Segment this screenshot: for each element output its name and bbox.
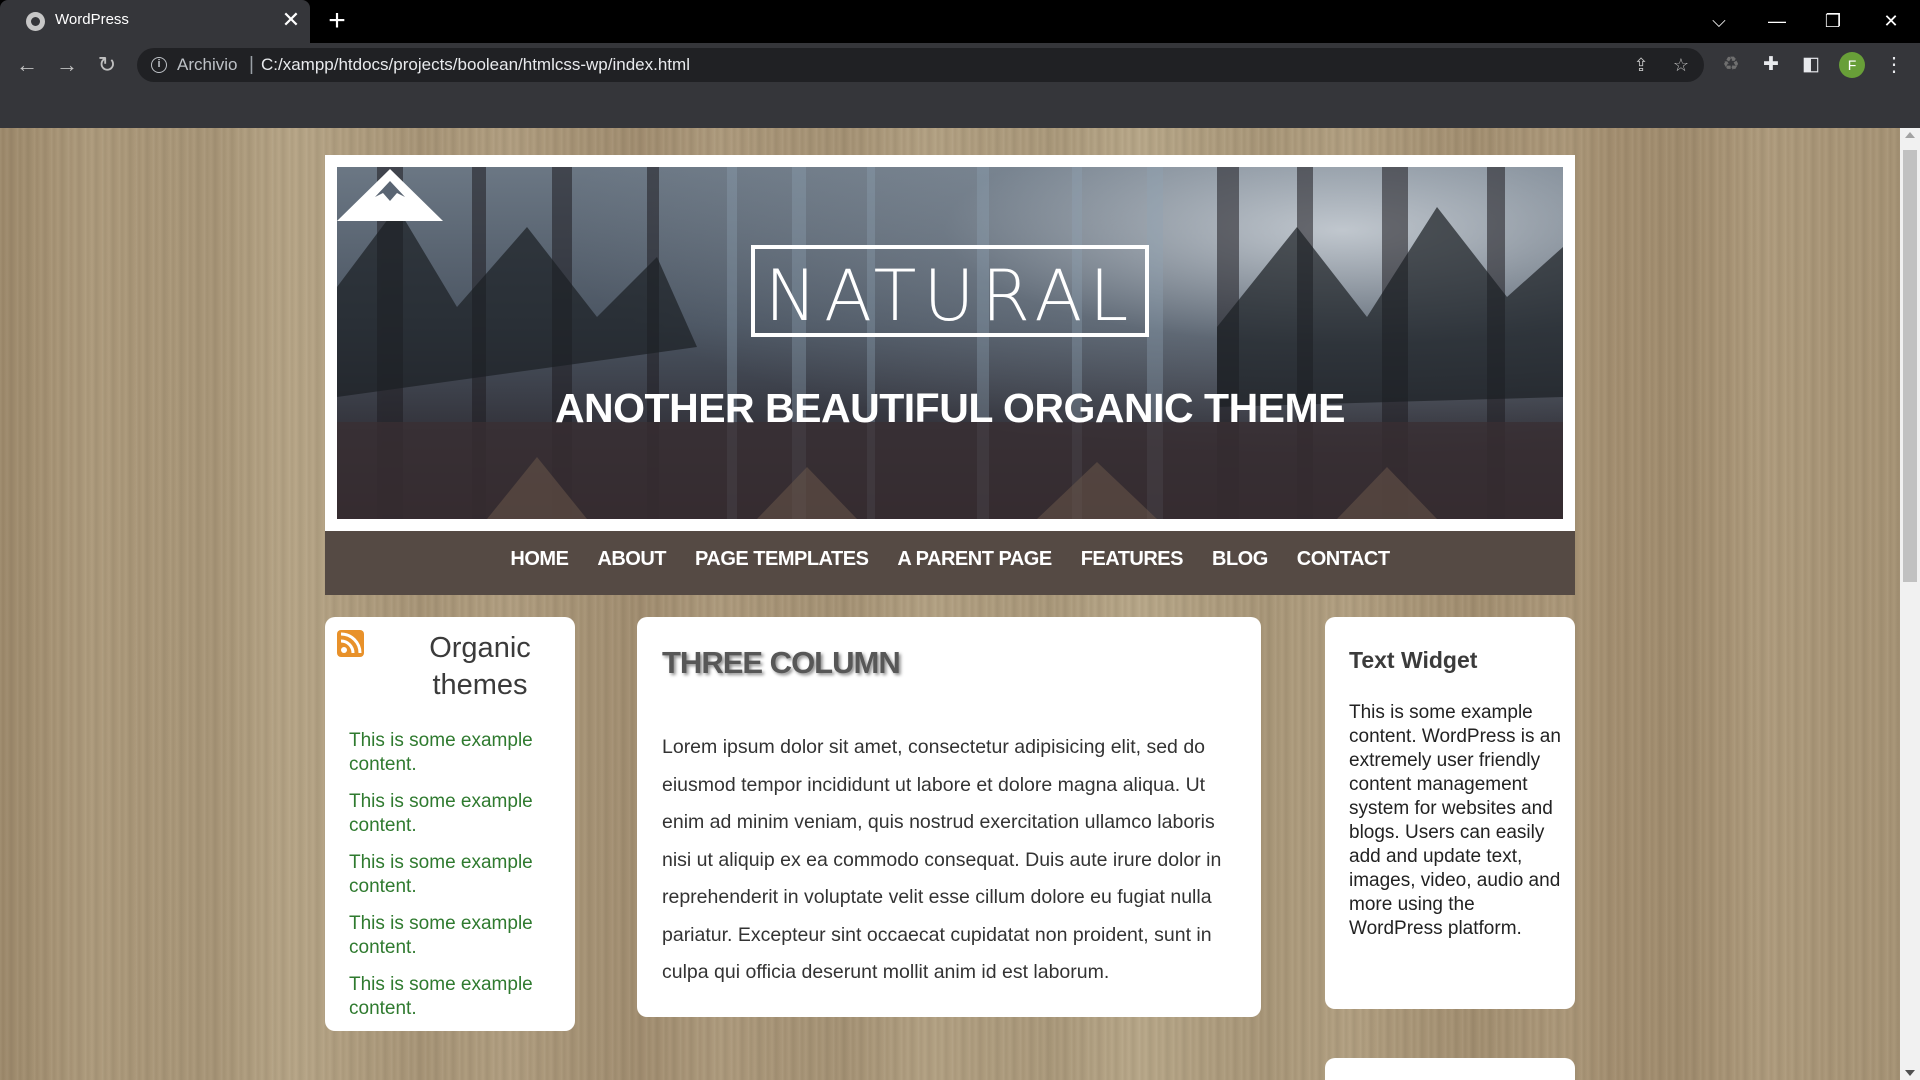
nav-item-features[interactable]: FEATURES	[1081, 548, 1184, 571]
browser-tab[interactable]: WordPress ✕	[0, 0, 310, 43]
nav-item-page-templates[interactable]: PAGE TEMPLATES	[695, 548, 869, 571]
secondary-widget	[1325, 1058, 1575, 1080]
site-logo[interactable]: NATURAL	[751, 245, 1149, 337]
tab-title: WordPress	[55, 11, 129, 28]
globe-icon	[26, 12, 45, 31]
forest-illustration	[337, 167, 1563, 519]
widget-title: Organic themes	[429, 632, 531, 701]
list-item[interactable]: This is some example content.	[349, 790, 564, 838]
nav-item-blog[interactable]: BLOG	[1212, 548, 1268, 571]
nav-item-about[interactable]: ABOUT	[597, 548, 666, 571]
forward-icon[interactable]: →	[53, 51, 81, 79]
new-tab-button[interactable]: +	[325, 6, 349, 36]
address-bar[interactable]: i Archivio | C:/xampp/htdocs/projects/bo…	[137, 48, 1704, 82]
organic-themes-widget: Organic themes This is some example cont…	[325, 617, 575, 1031]
scroll-up-arrow-icon[interactable]	[1905, 132, 1915, 138]
nav-item-contact[interactable]: CONTACT	[1297, 548, 1390, 571]
site-header: NATURAL ANOTHER BEAUTIFUL ORGANIC THEME	[325, 155, 1575, 531]
site-tagline: ANOTHER BEAUTIFUL ORGANIC THEME	[554, 385, 1346, 431]
profile-avatar[interactable]: F	[1839, 52, 1865, 78]
main-content-card: THREE COLUMN Lorem ipsum dolor sit amet,…	[637, 617, 1261, 1017]
page-title: THREE COLUMN	[662, 645, 901, 680]
menu-dots-icon[interactable]: ⋮	[1884, 52, 1904, 78]
list-item[interactable]: This is some example content.	[349, 973, 564, 1021]
mountain-logo-icon	[337, 169, 443, 221]
protocol-chip: Archivio	[177, 55, 238, 74]
list-item[interactable]: This is some example content.	[349, 729, 564, 777]
nav-item-a-parent-page[interactable]: A PARENT PAGE	[897, 548, 1052, 571]
nav-item-home[interactable]: HOME	[510, 548, 569, 571]
share-icon[interactable]: ⇪	[1629, 53, 1653, 77]
scrollbar-thumb[interactable]	[1903, 150, 1917, 582]
tab-search-chevron-icon[interactable]: ⌵	[1704, 6, 1734, 36]
page-viewport: NATURAL ANOTHER BEAUTIFUL ORGANIC THEME …	[0, 128, 1900, 1080]
close-tab-icon[interactable]: ✕	[281, 8, 301, 32]
side-panel-icon[interactable]: ◧	[1798, 52, 1824, 78]
text-widget: Text Widget This is some example content…	[1325, 617, 1575, 1009]
page-body-text: Lorem ipsum dolor sit amet, consectetur …	[662, 736, 1222, 983]
widget-list: This is some example content. This is so…	[349, 729, 564, 1034]
bookmarks-bar	[0, 86, 1920, 128]
widget-title: Text Widget	[1349, 647, 1478, 673]
scroll-down-arrow-icon[interactable]	[1905, 1070, 1915, 1076]
page-scrollbar[interactable]	[1900, 128, 1920, 1080]
list-item[interactable]: This is some example content.	[349, 851, 564, 899]
browser-titlebar: WordPress ✕ + ⌵ — ❐ ✕	[0, 0, 1920, 43]
main-navigation: HOME ABOUT PAGE TEMPLATES A PARENT PAGE …	[325, 531, 1575, 595]
extensions-puzzle-icon[interactable]: ✚	[1758, 52, 1784, 78]
rss-icon[interactable]	[337, 630, 364, 657]
restore-icon[interactable]: ❐	[1818, 6, 1848, 36]
browser-toolbar: ← → ↻ i Archivio | C:/xampp/htdocs/proje…	[0, 43, 1920, 86]
close-window-icon[interactable]: ✕	[1876, 6, 1906, 36]
list-item[interactable]: This is some example content.	[349, 912, 564, 960]
logo-text: NATURAL	[764, 255, 1136, 337]
reload-icon[interactable]: ↻	[93, 51, 121, 79]
recycle-extension-icon[interactable]: ♻	[1718, 52, 1744, 78]
url-text[interactable]: C:/xampp/htdocs/projects/boolean/htmlcss…	[261, 55, 690, 75]
bookmark-star-icon[interactable]: ☆	[1669, 53, 1693, 77]
hero-forest-image: NATURAL ANOTHER BEAUTIFUL ORGANIC THEME	[337, 167, 1563, 519]
info-icon[interactable]: i	[151, 57, 167, 73]
widget-body-text: This is some example content. WordPress …	[1349, 702, 1561, 939]
omnibox-separator: |	[249, 54, 254, 75]
minimize-icon[interactable]: —	[1762, 6, 1792, 36]
back-icon[interactable]: ←	[13, 51, 41, 79]
